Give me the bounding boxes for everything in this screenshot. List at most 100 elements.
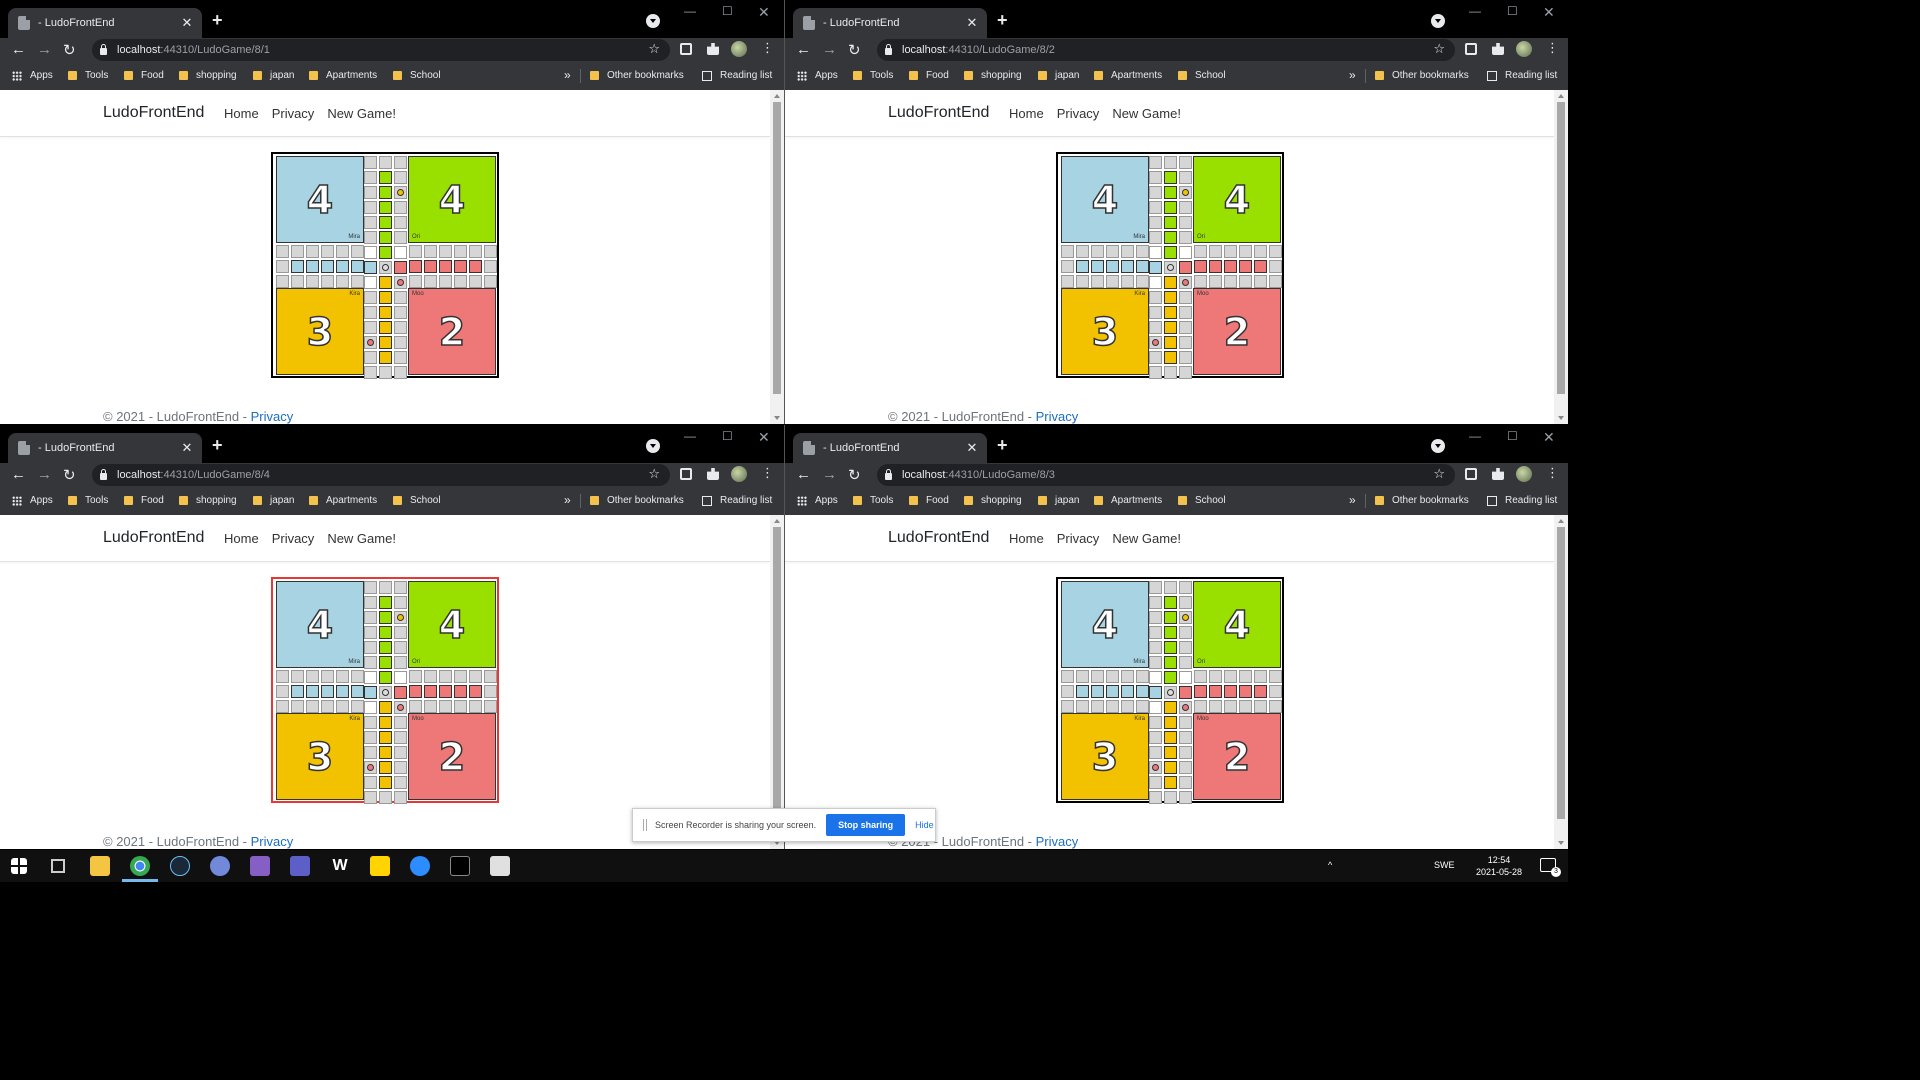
board-cell[interactable] [364,216,377,229]
board-cell[interactable] [1091,700,1104,713]
back-icon[interactable]: ← [796,41,811,58]
board-cell[interactable] [1076,670,1089,683]
board-cell[interactable] [1149,156,1162,169]
back-icon[interactable]: ← [11,41,26,58]
board-cell[interactable] [439,245,452,258]
board-cell[interactable] [321,260,334,273]
ludo-board[interactable]: 4 Mira 4 Ori 3 Kira 2 Moo [1056,152,1284,379]
board-cell[interactable] [394,581,407,594]
board-cell[interactable] [379,261,392,274]
board-cell[interactable] [1194,275,1207,288]
word-icon[interactable]: W [330,856,350,876]
board-cell[interactable] [394,186,407,199]
board-cell[interactable] [1106,700,1119,713]
board-cell[interactable] [1061,685,1074,698]
tab-search-icon[interactable] [1431,439,1445,453]
board-cell[interactable] [1179,716,1192,729]
nav-link[interactable]: Home [224,531,259,546]
board-cell[interactable] [321,245,334,258]
nav-link[interactable]: Privacy [272,106,315,121]
ludo-board[interactable]: 4 Mira 4 Ori 3 Kira 2 Moo [1056,577,1284,804]
bookmark-star-icon[interactable]: ☆ [1433,41,1445,57]
board-cell[interactable] [1164,701,1177,714]
board-cell[interactable] [379,611,392,624]
board-cell[interactable] [379,596,392,609]
board-cell[interactable] [1121,245,1134,258]
profile-avatar[interactable] [1516,41,1532,57]
board-cell[interactable] [364,336,377,349]
minimize-icon[interactable]: — [1469,4,1481,18]
board-cell[interactable] [364,306,377,319]
apps-bookmark[interactable]: Apps [797,495,838,506]
board-cell[interactable] [1106,685,1119,698]
board-cell[interactable] [1164,731,1177,744]
home-yard-red[interactable]: 2 Moo [408,288,496,375]
app-icon[interactable] [490,856,510,876]
board-cell[interactable] [394,791,407,804]
menu-icon[interactable]: ⋮ [1546,465,1559,480]
board-cell[interactable] [364,366,377,379]
board-cell[interactable] [291,685,304,698]
board-cell[interactable] [1164,351,1177,364]
board-cell[interactable] [454,685,467,698]
board-cell[interactable] [1179,731,1192,744]
board-cell[interactable] [364,686,377,699]
bookmark-folder[interactable]: japan [253,495,294,506]
board-cell[interactable] [1224,685,1237,698]
board-cell[interactable] [291,670,304,683]
board-cell[interactable] [394,351,407,364]
board-cell[interactable] [1254,275,1267,288]
board-cell[interactable] [1149,731,1162,744]
board-cell[interactable] [1149,216,1162,229]
board-cell[interactable] [1076,275,1089,288]
board-cell[interactable] [1179,261,1192,274]
board-cell[interactable] [1164,336,1177,349]
nav-link[interactable]: New Game! [327,106,396,121]
board-cell[interactable] [1179,156,1192,169]
board-cell[interactable] [306,670,319,683]
board-cell[interactable] [306,685,319,698]
board-cell[interactable] [1179,231,1192,244]
tab-search-icon[interactable] [1431,14,1445,28]
board-cell[interactable] [394,306,407,319]
board-cell[interactable] [394,626,407,639]
other-bookmarks[interactable]: Other bookmarks [1375,70,1469,81]
board-cell[interactable] [484,275,497,288]
bookmark-folder[interactable]: Food [909,495,949,506]
board-cell[interactable] [1106,670,1119,683]
extensions-icon[interactable] [707,468,719,480]
board-cell[interactable] [424,700,437,713]
board-cell[interactable] [1164,231,1177,244]
board-cell[interactable] [1121,275,1134,288]
board-cell[interactable] [439,275,452,288]
board-cell[interactable] [1149,596,1162,609]
board-cell[interactable] [1149,776,1162,789]
back-icon[interactable]: ← [11,466,26,483]
board-cell[interactable] [1149,701,1162,714]
board-cell[interactable] [394,761,407,774]
reading-list[interactable]: Reading list [1487,495,1557,506]
task-view-icon[interactable] [51,859,65,873]
board-cell[interactable] [364,761,377,774]
board-cell[interactable] [1149,716,1162,729]
board-cell[interactable] [1239,275,1252,288]
board-cell[interactable] [1179,641,1192,654]
bookmark-folder[interactable]: Food [124,495,164,506]
board-cell[interactable] [1164,366,1177,379]
board-cell[interactable] [1269,260,1282,273]
footer-privacy-link[interactable]: Privacy [251,834,294,849]
board-cell[interactable] [1164,716,1177,729]
board-cell[interactable] [1179,611,1192,624]
board-cell[interactable] [1179,656,1192,669]
board-cell[interactable] [336,245,349,258]
board-cell[interactable] [394,261,407,274]
board-cell[interactable] [394,641,407,654]
board-cell[interactable] [1164,641,1177,654]
board-cell[interactable] [291,700,304,713]
board-cell[interactable] [439,700,452,713]
game-piece[interactable] [1152,764,1159,771]
board-cell[interactable] [1164,321,1177,334]
file-explorer-icon[interactable] [90,856,110,876]
board-cell[interactable] [1209,685,1222,698]
apps-bookmark[interactable]: Apps [12,70,53,81]
